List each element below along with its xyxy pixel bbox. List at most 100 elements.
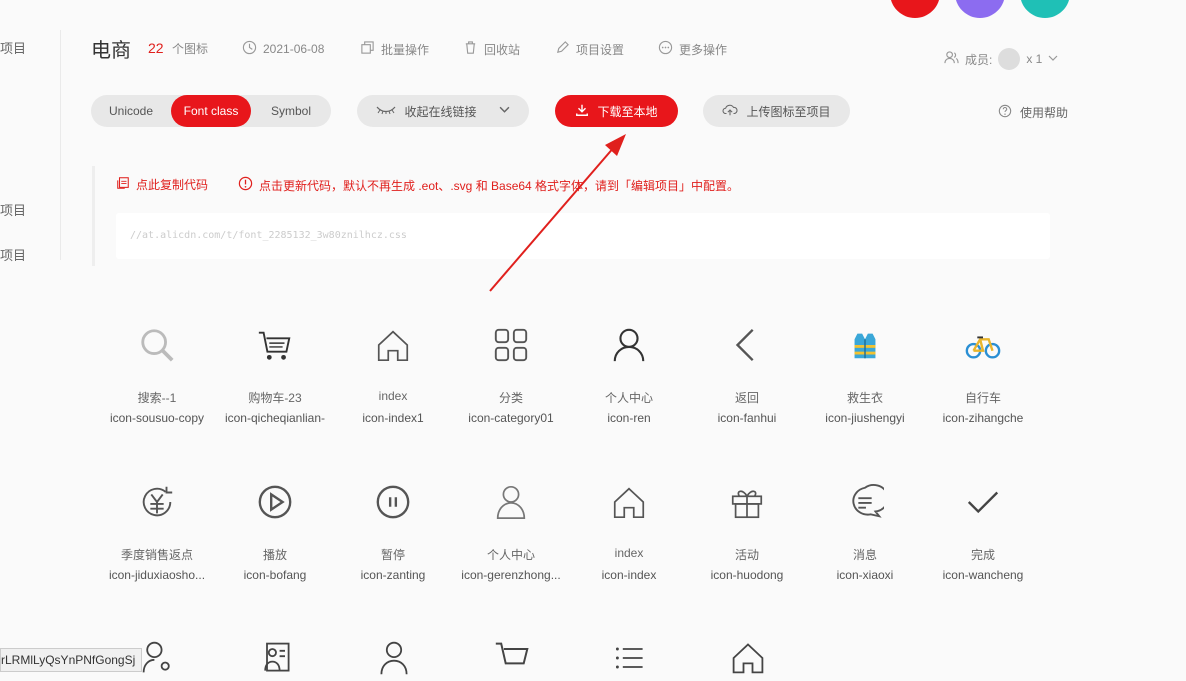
rebate-icon (98, 472, 216, 532)
download-icon (575, 103, 589, 120)
icon-card[interactable]: 个人中心 icon-ren (570, 315, 688, 425)
icon-name: 购物车-23 (248, 391, 302, 405)
icon-card[interactable]: 购物车-23 icon-qicheqianlian- (216, 315, 334, 425)
icon-code: icon-huodong (710, 568, 784, 582)
icon-card[interactable]: 个人中心 icon-gerenzhong... (452, 472, 570, 582)
user-settings-icon[interactable] (140, 640, 176, 681)
eye-closed-icon (376, 104, 396, 118)
icon-name: 暂停 (380, 548, 405, 562)
sidebar-item-project[interactable]: 项目 (0, 245, 26, 264)
home-icon[interactable] (730, 640, 766, 681)
cart-icon[interactable] (494, 640, 530, 681)
status-url: rLRMlLyQsYnPNfGongSj (0, 648, 143, 672)
download-button[interactable]: 下载至本地 (555, 95, 678, 127)
icon-code: icon-bofang (243, 568, 307, 582)
icon-code: icon-ren (607, 411, 651, 425)
person-icon (452, 472, 570, 532)
settings-label: 项目设置 (576, 42, 625, 57)
user-icon (570, 315, 688, 375)
help-link[interactable]: 使用帮助 (998, 104, 1068, 121)
chevron-down-icon (499, 104, 510, 118)
sidebar-divider (60, 30, 61, 260)
icon-code: icon-xiaoxi (836, 568, 894, 582)
icon-count-label: 个图标 (172, 42, 209, 56)
batch-label: 批量操作 (381, 42, 430, 57)
icon-card[interactable]: 返回 icon-fanhui (688, 315, 806, 425)
tab-symbol[interactable]: Symbol (251, 95, 331, 127)
more-operations-button[interactable]: 更多操作 (658, 40, 727, 58)
list-icon[interactable] (612, 640, 648, 681)
icon-card[interactable]: 分类 icon-category01 (452, 315, 570, 425)
check-icon (924, 472, 1042, 532)
icon-name: index (614, 546, 644, 560)
upload-button[interactable]: 上传图标至项目 (703, 95, 850, 127)
icon-card[interactable]: 搜索--1 icon-sousuo-copy (98, 315, 216, 425)
search-fab[interactable] (890, 0, 940, 18)
icon-code: icon-sousuo-copy (109, 411, 205, 425)
icon-code: icon-index1 (362, 411, 424, 425)
alert-icon (238, 176, 253, 194)
person-icon[interactable] (376, 640, 412, 681)
collapse-link-label: 收起在线链接 (404, 104, 477, 119)
resume-icon[interactable] (258, 640, 294, 681)
icon-name: 分类 (498, 391, 523, 405)
icon-code: icon-zihangche (942, 411, 1024, 425)
pause-icon (334, 472, 452, 532)
message-icon (806, 472, 924, 532)
update-notice-text: 点击更新代码，默认不再生成 .eot、.svg 和 Base64 格式字体，请到… (259, 178, 740, 193)
date-text: 2021-06-08 (263, 42, 325, 56)
icon-card[interactable]: 暂停 icon-zanting (334, 472, 452, 582)
icon-name: 活动 (734, 548, 759, 562)
icon-card[interactable]: index icon-index (570, 472, 688, 582)
icon-card[interactable]: 完成 icon-wancheng (924, 472, 1042, 582)
icon-name: 季度销售返点 (120, 548, 193, 562)
project-settings-button[interactable]: 项目设置 (555, 40, 624, 58)
icon-card[interactable]: 自行车 icon-zihangche (924, 315, 1042, 425)
icon-code: icon-index (601, 568, 657, 582)
teal-fab[interactable] (1020, 0, 1070, 18)
collapse-link-button[interactable]: 收起在线链接 (357, 95, 529, 127)
icon-card[interactable]: 消息 icon-xiaoxi (806, 472, 924, 582)
update-code-link[interactable]: 点击更新代码，默认不再生成 .eot、.svg 和 Base64 格式字体，请到… (238, 176, 739, 194)
more-label: 更多操作 (679, 42, 728, 57)
home-icon (570, 472, 688, 532)
help-label: 使用帮助 (1020, 106, 1069, 120)
bicycle-icon (924, 315, 1042, 375)
home-icon (334, 315, 452, 375)
clock-icon (242, 40, 257, 58)
icon-card[interactable]: 播放 icon-bofang (216, 472, 334, 582)
icon-name: 救生衣 (846, 391, 883, 405)
download-label: 下载至本地 (597, 104, 658, 119)
icon-card[interactable]: index icon-index1 (334, 315, 452, 425)
recycle-bin-button[interactable]: 回收站 (463, 40, 520, 58)
tab-font-class[interactable]: Font class (171, 95, 251, 127)
icon-card[interactable]: 活动 icon-huodong (688, 472, 806, 582)
members-dropdown[interactable]: 成员: x 1 (944, 48, 1058, 70)
icon-card[interactable]: 季度销售返点 icon-jiduxiaosho... (98, 472, 216, 582)
members-label: 成员: (965, 52, 993, 67)
layers-icon (360, 40, 375, 58)
icon-name: 完成 (970, 548, 995, 562)
icon-name: 消息 (852, 548, 877, 562)
purple-fab[interactable] (955, 0, 1005, 18)
recycle-label: 回收站 (484, 42, 521, 57)
back-icon (688, 315, 806, 375)
category-icon (452, 315, 570, 375)
batch-operation-button[interactable]: 批量操作 (360, 40, 429, 58)
icon-name: 自行车 (964, 391, 1001, 405)
tab-unicode[interactable]: Unicode (91, 95, 171, 127)
icon-name: 返回 (734, 391, 759, 405)
icon-code: icon-category01 (468, 411, 554, 425)
trash-icon (463, 40, 478, 58)
gift-icon (688, 472, 806, 532)
copy-icon (116, 176, 130, 193)
icon-name: index (378, 389, 408, 403)
icon-card[interactable]: 救生衣 icon-jiushengyi (806, 315, 924, 425)
icon-code: icon-qicheqianlian- (224, 411, 326, 425)
copy-code-button[interactable]: 点此复制代码 (116, 176, 208, 193)
icon-name: 搜索--1 (137, 391, 177, 405)
icon-code: icon-zanting (360, 568, 426, 582)
sidebar-item-project[interactable]: 项目 (0, 38, 26, 57)
icon-name: 个人中心 (604, 391, 653, 405)
sidebar-item-project[interactable]: 项目 (0, 200, 26, 219)
